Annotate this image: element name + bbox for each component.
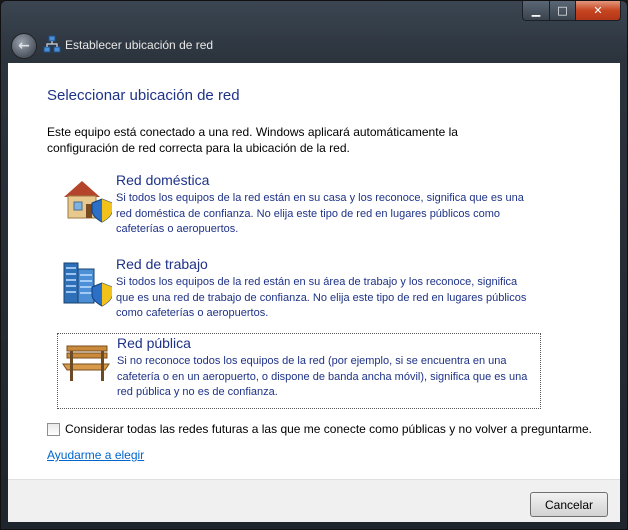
network-icon [43,35,61,53]
intro-text: Este equipo está conectado a una red. Wi… [47,125,458,155]
option-title: Red de trabajo [116,256,208,272]
close-button[interactable]: ✕ [576,1,621,21]
checkbox-label: Considerar todas las redes futuras a las… [65,422,592,436]
minimize-button[interactable]: ▁ [522,1,550,21]
option-description: Si todos los equipos de la red están en … [116,192,524,235]
back-arrow-icon: ← [18,38,30,54]
window-controls: ▁ □ ✕ [522,1,621,21]
network-location-dialog: ▁ □ ✕ ← Establecer ubicación de red Sele… [0,0,628,530]
option-work-network[interactable]: Red de trabajo Si todos los equipos de l… [57,255,541,329]
treat-future-as-public-row[interactable]: Considerar todas las redes futuras a las… [47,422,592,436]
option-description: Si no reconoce todos los equipos de la r… [117,355,528,398]
treat-future-as-public-checkbox[interactable] [47,422,60,436]
dialog-content: Seleccionar ubicación de red Este equipo… [8,63,620,479]
option-title: Red doméstica [116,172,210,188]
back-button[interactable]: ← [11,33,37,59]
title-bar: ▁ □ ✕ ← Establecer ubicación de red [1,1,627,63]
dialog-footer: Cancelar [8,479,620,522]
page-title: Seleccionar ubicación de red [47,87,240,104]
maximize-button[interactable]: □ [550,1,576,21]
option-public-network[interactable]: Red pública Si no reconoce todos los equ… [57,333,541,409]
window-title: Establecer ubicación de red [65,38,214,52]
help-me-choose-link[interactable]: Ayudarme a elegir [47,448,144,462]
option-title: Red pública [117,335,191,351]
office-building-shield-icon [63,262,112,307]
house-shield-icon [64,181,112,223]
option-home-network[interactable]: Red doméstica Si todos los equipos de la… [57,171,541,245]
option-description: Si todos los equipos de la red están en … [116,276,527,319]
cancel-button[interactable]: Cancelar [530,492,608,517]
park-bench-icon [62,345,110,381]
